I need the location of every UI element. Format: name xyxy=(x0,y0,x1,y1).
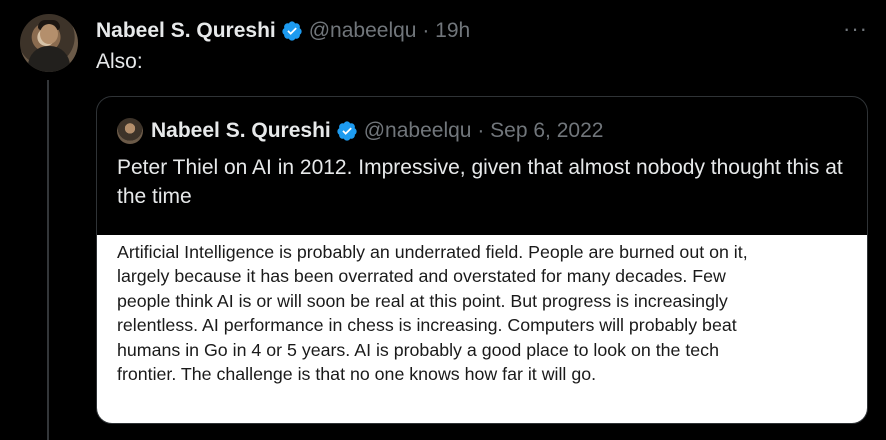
image-text-line: Artificial Intelligence is probably an u… xyxy=(117,242,748,262)
avatar-face xyxy=(40,24,58,44)
image-text-line: frontier. The challenge is that no one k… xyxy=(117,364,597,385)
avatar-body xyxy=(28,46,70,72)
image-text-line: largely because it has been overrated an… xyxy=(117,266,726,287)
verified-badge-icon[interactable] xyxy=(336,120,358,142)
quoted-author-name[interactable]: Nabeel S. Qureshi xyxy=(151,119,331,143)
quoted-tweet-card[interactable]: Nabeel S. Qureshi @nabeelqu · Sep 6, 202… xyxy=(96,96,868,424)
quoted-tweet-date[interactable]: Sep 6, 2022 xyxy=(490,119,603,142)
quoted-tweet-header: Nabeel S. Qureshi @nabeelqu · Sep 6, 202… xyxy=(117,117,603,145)
image-text-block: Artificial Intelligence is probably an u… xyxy=(117,240,859,386)
more-options-icon[interactable]: ··· xyxy=(843,18,868,40)
author-handle[interactable]: @nabeelqu · 19h xyxy=(309,19,470,43)
quoted-tweet-text: Peter Thiel on AI in 2012. Impressive, g… xyxy=(117,156,843,208)
image-text-line: people think AI is or will soon be real … xyxy=(117,290,728,311)
quoted-author-handle[interactable]: @nabeelqu · Sep 6, 2022 xyxy=(364,119,604,143)
tweet-text: Also: xyxy=(96,50,143,73)
author-name[interactable]: Nabeel S. Qureshi xyxy=(96,19,276,43)
image-text-line: humans in Go in 4 or 5 years. AI is prob… xyxy=(117,339,719,360)
verified-badge-icon[interactable] xyxy=(281,20,303,42)
thread-connector-line xyxy=(47,80,49,440)
author-avatar[interactable] xyxy=(20,14,78,72)
tweet-timestamp[interactable]: 19h xyxy=(435,19,470,42)
quoted-tweet-image[interactable]: Artificial Intelligence is probably an u… xyxy=(97,235,867,423)
image-text-line: relentless. AI performance in chess is i… xyxy=(117,315,737,336)
quoted-author-avatar[interactable] xyxy=(117,118,143,144)
tweet-header: Nabeel S. Qureshi @nabeelqu · 19h xyxy=(96,16,470,46)
